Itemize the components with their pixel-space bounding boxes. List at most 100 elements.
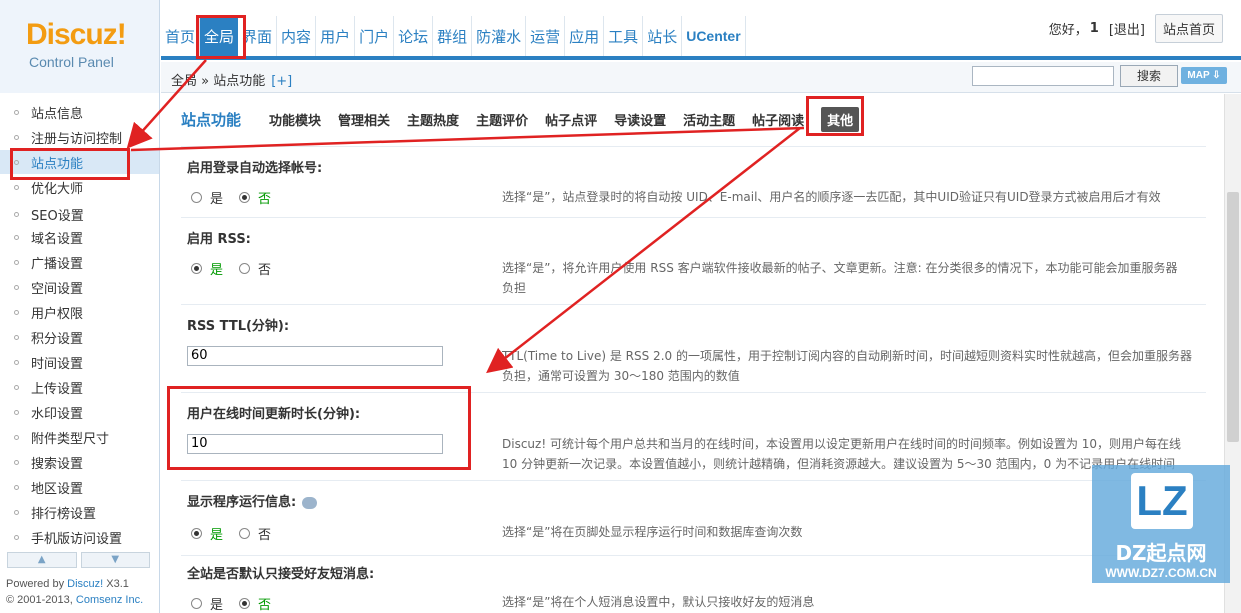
radio-checked-icon [191,263,202,274]
add-shortcut-link[interactable]: [+] [271,74,292,89]
rss-ttl-input[interactable]: 60 [187,346,443,366]
scrollbar-thumb[interactable] [1227,192,1239,442]
search-input[interactable] [972,66,1114,86]
nav-tools[interactable]: 工具 [604,16,644,56]
tab-guide[interactable]: 导读设置 [614,110,666,129]
callout-box-online-time [167,386,471,470]
copyright-prefix: © 2001-2013, [6,594,76,606]
sidebar-item-register-access[interactable]: 注册与访问控制 [0,125,159,149]
nav-ucenter[interactable]: UCenter [682,16,746,56]
header: Discuz! Control Panel 首页 全局 界面 内容 用户 门户 … [0,0,1241,93]
radio-no[interactable]: 否 [239,524,271,543]
radio-label: 是 [210,598,224,613]
radio-label: 否 [258,598,272,613]
desc-line: 负担，通常可设置为 30～180 范围内的数值 [502,369,740,383]
radio-no[interactable]: 否 [239,188,271,207]
radio-icon [239,263,251,274]
map-button[interactable]: MAP ⇩ [1181,67,1227,84]
bullet-icon [14,234,19,240]
sidebar-item-credits[interactable]: 积分设置 [0,325,159,349]
sidebar-item-watermark[interactable]: 水印设置 [0,400,159,424]
nav-underline [161,56,1241,60]
radio-yes[interactable]: 是 [191,259,223,278]
bullet-icon [14,534,19,540]
tab-post-comment[interactable]: 帖子点评 [545,110,597,129]
sidebar-item-domain[interactable]: 域名设置 [0,225,159,249]
tab-thread-heat[interactable]: 主题热度 [407,110,459,129]
help-icon[interactable] [302,496,318,509]
sidebar-item-attach-types[interactable]: 附件类型尺寸 [0,425,159,449]
sidebar-item-label: 用户权限 [31,306,84,322]
logo-subtitle: Control Panel [29,54,114,70]
scroll-down-icon[interactable]: ▼ [80,552,150,568]
nav-groups[interactable]: 群组 [433,16,473,56]
desc-line: TTL(Time to Live) 是 RSS 2.0 的一项属性，用于控制订阅… [502,349,1192,363]
tab-post-reading[interactable]: 帖子阅读 [752,110,804,129]
nav-operations[interactable]: 运营 [526,16,566,56]
site-home-button[interactable]: 站点首页 [1154,14,1223,43]
tab-activity[interactable]: 活动主题 [683,110,735,129]
username: 1 [1089,21,1099,36]
divider [181,146,1206,147]
tab-modules[interactable]: 功能模块 [269,110,321,129]
bullet-icon [14,184,19,190]
powered-prefix: Powered by [6,578,68,590]
nav-portal[interactable]: 门户 [355,16,395,56]
divider [181,217,1206,218]
watermark-logo: LZ [1131,473,1193,529]
nav-antispam[interactable]: 防灌水 [472,16,527,56]
tab-thread-rating[interactable]: 主题评价 [476,110,528,129]
nav-webmaster[interactable]: 站长 [643,16,683,56]
nav-apps[interactable]: 应用 [565,16,605,56]
sidebar-item-search[interactable]: 搜索设置 [0,450,159,474]
sidebar-item-label: 水印设置 [31,406,84,422]
setting-title-auto-account: 启用登录自动选择帐号: [187,161,323,176]
setting-desc: 选择“是”，将允许用户使用 RSS 客户端软件接收最新的帖子、文章更新。注意: … [502,258,1202,298]
sidebar-item-region[interactable]: 地区设置 [0,475,159,499]
radio-icon [191,192,202,203]
scroll-up-icon[interactable]: ▲ [7,552,77,568]
nav-content[interactable]: 内容 [277,16,317,56]
sidebar-item-site-info[interactable]: 站点信息 [0,100,159,124]
bullet-icon [14,284,19,290]
tab-management[interactable]: 管理相关 [338,110,390,129]
nav-users[interactable]: 用户 [316,16,356,56]
logout-link[interactable]: [退出] [1109,19,1145,38]
sidebar-item-ranking[interactable]: 排行榜设置 [0,500,159,524]
sidebar-item-seo[interactable]: SEO设置 [0,202,159,226]
radio-yes[interactable]: 是 [191,594,223,613]
watermark-url: WWW.DZ7.COM.CN [1105,566,1217,580]
callout-box-global [196,15,246,59]
sidebar-item-space[interactable]: 空间设置 [0,275,159,299]
setting-desc: 选择“是”将在个人短消息设置中，默认只接收好友的短消息 [502,595,815,609]
radio-no[interactable]: 否 [239,594,271,613]
sidebar-item-broadcast[interactable]: 广播设置 [0,250,159,274]
sidebar-item-label: 上传设置 [31,381,84,397]
sidebar-item-label: 搜索设置 [31,456,84,472]
sidebar-item-user-perms[interactable]: 用户权限 [0,300,159,324]
nav-forum[interactable]: 论坛 [394,16,434,56]
radio-group-runtime-info: 是 否 [191,524,287,543]
bullet-icon [14,134,19,140]
sidebar-item-time[interactable]: 时间设置 [0,350,159,374]
sidebar-item-label: 注册与访问控制 [31,131,123,147]
feature-tabs: 站点功能 功能模块 管理相关 主题热度 主题评价 帖子点评 导读设置 活动主题 … [181,104,860,134]
radio-no[interactable]: 否 [239,259,271,278]
nav-home[interactable]: 首页 [161,16,201,56]
radio-yes[interactable]: 是 [191,188,223,207]
bullet-icon [14,334,19,340]
sidebar-item-upload[interactable]: 上传设置 [0,375,159,399]
search-button[interactable]: 搜索 [1120,65,1178,87]
setting-title-text: 显示程序运行信息: [187,495,297,510]
radio-yes[interactable]: 是 [191,524,223,543]
radio-group-auto-account: 是 否 [191,188,287,207]
divider [181,480,1206,481]
sidebar-item-mobile[interactable]: 手机版访问设置 [0,525,159,549]
breadcrumb-path[interactable]: 全局 » 站点功能 [171,74,265,89]
logo[interactable]: Discuz! Control Panel [0,0,160,93]
radio-checked-icon [239,192,251,203]
comsenz-link[interactable]: Comsenz Inc. [76,594,143,606]
sidebar-item-label: 附件类型尺寸 [31,431,110,447]
discuz-link[interactable]: Discuz! [67,578,103,590]
radio-checked-icon [191,528,202,539]
